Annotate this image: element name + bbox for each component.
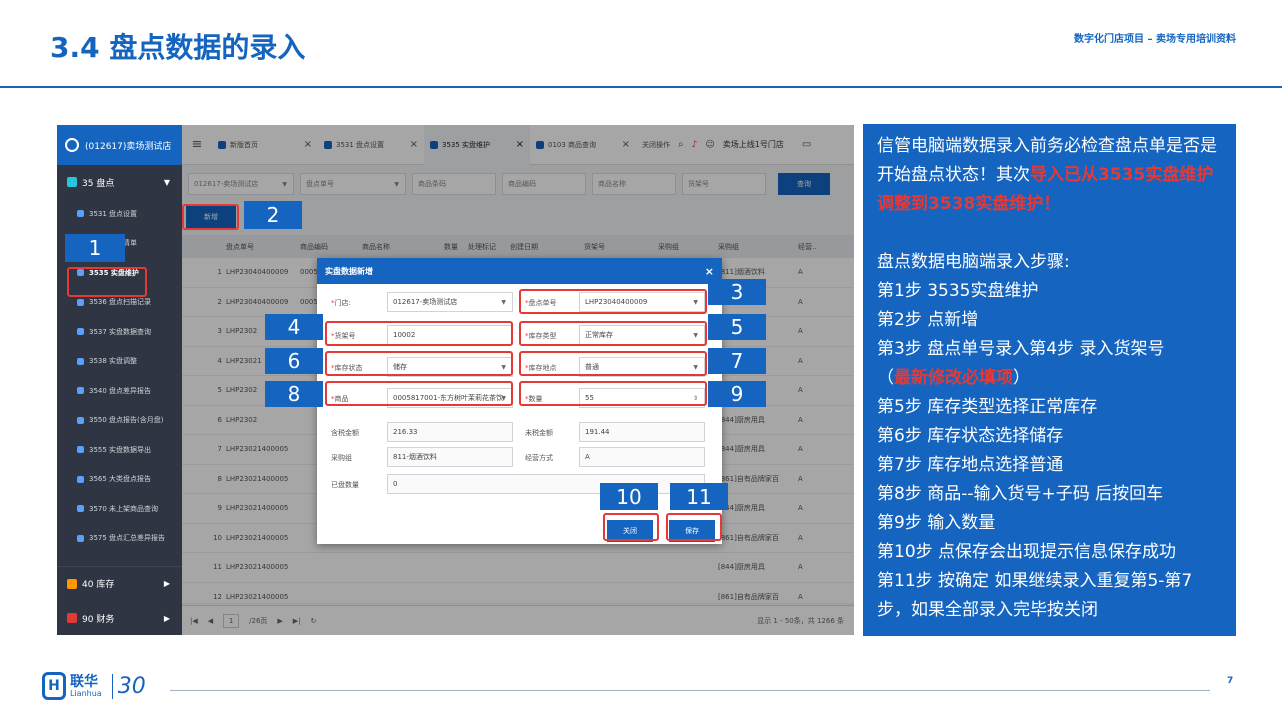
step-1-text: 第1步 3535实盘维护 <box>877 281 1039 301</box>
step-7-text: 第7步 库存地点选择普通 <box>877 455 1064 475</box>
step-9-text: 第9步 输入数量 <box>877 513 996 533</box>
counted-qty-label: 已盘数量 <box>331 481 359 489</box>
step-5-text: 第5步 库存类型选择正常库存 <box>877 397 1098 417</box>
company-logo: H 联华 Lianhua 30 <box>42 672 146 700</box>
step-marker-9: 9 <box>708 381 766 407</box>
highlight-shelf <box>325 321 513 346</box>
dialog-header: 实盘数据新增 × <box>317 258 722 284</box>
slide-title: 3.4 盘点数据的录入 <box>50 31 306 64</box>
step-marker-11: 11 <box>670 483 728 510</box>
logo-mark-icon: H <box>42 672 66 700</box>
box-icon <box>67 177 77 187</box>
doc-icon <box>77 328 84 336</box>
store-label: *门店: <box>331 299 351 307</box>
sidebar-item[interactable]: 3575 盘点汇总差异报告 <box>57 524 182 554</box>
sidebar-group-count[interactable]: 35 盘点 ▼ <box>57 165 182 199</box>
store-field[interactable]: 012617-卖场测试店 ▼ <box>387 292 513 312</box>
close-icon[interactable]: × <box>705 265 714 278</box>
step-marker-10: 10 <box>600 483 658 510</box>
step-marker-2: 2 <box>244 201 302 229</box>
logo-30: 30 <box>111 673 146 699</box>
finance-icon <box>67 613 77 623</box>
highlight-stock-type <box>519 321 707 346</box>
step-10-text: 第10步 点保存会出现提示信息保存成功 <box>877 542 1177 562</box>
notax-amount-field: 191.44 <box>579 422 705 442</box>
highlight-save <box>666 513 722 541</box>
step-marker-1: 1 <box>65 234 125 262</box>
highlight-stock-status <box>325 351 513 376</box>
store-name: (012617)卖场测试店 <box>85 141 172 152</box>
title-divider <box>0 86 1282 88</box>
doc-icon <box>77 505 84 513</box>
sidebar-group-finance[interactable]: 90 财务 ▶ <box>57 601 182 635</box>
doc-icon <box>77 210 84 218</box>
step-11-text: 第11步 按确定 如果继续录入重复第5-第7步，如果全部录入完毕按关闭 <box>877 571 1193 620</box>
sidebar-item[interactable]: 3570 未上架商品查询 <box>57 494 182 524</box>
logo-cn: 联华 <box>70 673 98 690</box>
highlight-qty <box>519 381 707 406</box>
top-right-caption: 数字化门店项目 – 卖场专用培训资料 <box>1074 34 1236 45</box>
sidebar-item[interactable]: 3537 实盘数据查询 <box>57 317 182 347</box>
sidebar-item[interactable]: 3538 实盘调整 <box>57 347 182 377</box>
step-marker-5: 5 <box>708 314 766 340</box>
doc-icon <box>77 416 84 424</box>
doc-icon <box>77 534 84 542</box>
highlight-item <box>325 381 513 406</box>
screenshot: (012617)卖场测试店 35 盘点 ▼ 3531 盘点设置3533 盘点清单… <box>57 125 854 635</box>
step-2-text: 第2步 点新增 <box>877 310 979 330</box>
step-marker-8: 8 <box>265 381 323 407</box>
logo-en: Lianhua <box>70 688 102 698</box>
step-3-text: 第3步 盘点单号录入第4步 录入货架号 <box>877 339 1165 359</box>
biz-mode-field: A <box>579 447 705 467</box>
doc-icon <box>77 387 84 395</box>
step-marker-4: 4 <box>265 314 323 340</box>
sidebar-group-inventory[interactable]: 40 库存 ▶ <box>57 566 182 600</box>
chevron-right-icon: ▶ <box>163 613 170 623</box>
sidebar-item[interactable]: 3555 实盘数据导出 <box>57 435 182 465</box>
doc-icon <box>77 446 84 454</box>
step-4-note: （最新修改必填项） <box>877 368 1030 388</box>
step-marker-3: 3 <box>708 279 766 305</box>
highlight-count-no <box>519 289 707 314</box>
chevron-down-icon: ▼ <box>163 177 170 187</box>
step-6-text: 第6步 库存状态选择储存 <box>877 426 1064 446</box>
doc-icon <box>77 357 84 365</box>
tax-amount-field: 216.33 <box>387 422 513 442</box>
sidebar-item[interactable]: 3531 盘点设置 <box>57 199 182 229</box>
house-icon <box>67 578 77 589</box>
sidebar-item[interactable]: 3540 盘点差异报告 <box>57 376 182 406</box>
sidebar-header[interactable]: (012617)卖场测试店 <box>57 125 182 165</box>
doc-icon <box>77 298 84 306</box>
highlight-3535 <box>67 267 147 297</box>
highlight-new <box>182 204 239 230</box>
sidebar-item[interactable]: 3550 盘点报告(含月盘) <box>57 406 182 436</box>
purch-group-label: 采购组 <box>331 454 352 462</box>
sidebar-item[interactable]: 3565 大类盘点报告 <box>57 465 182 495</box>
chevron-down-icon: ▼ <box>501 298 506 306</box>
page-number: 7 <box>1227 676 1234 686</box>
notax-amount-label: 未税金额 <box>525 429 553 437</box>
instructions-panel: 信管电脑端数据录入前务必检查盘点单是否是开始盘点状态！其次导入已从3535实盘维… <box>863 124 1236 636</box>
highlight-stock-loc <box>519 351 707 376</box>
tax-amount-label: 含税金额 <box>331 429 359 437</box>
purch-group-field: 811-烟酒饮料 <box>387 447 513 467</box>
step-marker-7: 7 <box>708 348 766 374</box>
doc-icon <box>77 475 84 483</box>
step-8-text: 第8步 商品--输入货号+子码 后按回车 <box>877 484 1164 504</box>
footer-line <box>170 690 1210 691</box>
panel-spacer <box>877 219 1222 248</box>
panel-intro: 信管电脑端数据录入前务必检查盘点单是否是开始盘点状态！其次导入已从3535实盘维… <box>877 136 1217 214</box>
highlight-close <box>603 513 659 541</box>
biz-mode-label: 经营方式 <box>525 454 553 462</box>
sidebar: (012617)卖场测试店 35 盘点 ▼ 3531 盘点设置3533 盘点清单… <box>57 125 182 635</box>
panel-steps-heading: 盘点数据电脑端录入步骤: <box>877 252 1070 272</box>
step-marker-6: 6 <box>265 348 323 374</box>
chevron-right-icon: ▶ <box>163 579 170 588</box>
app-logo-icon <box>65 138 79 152</box>
